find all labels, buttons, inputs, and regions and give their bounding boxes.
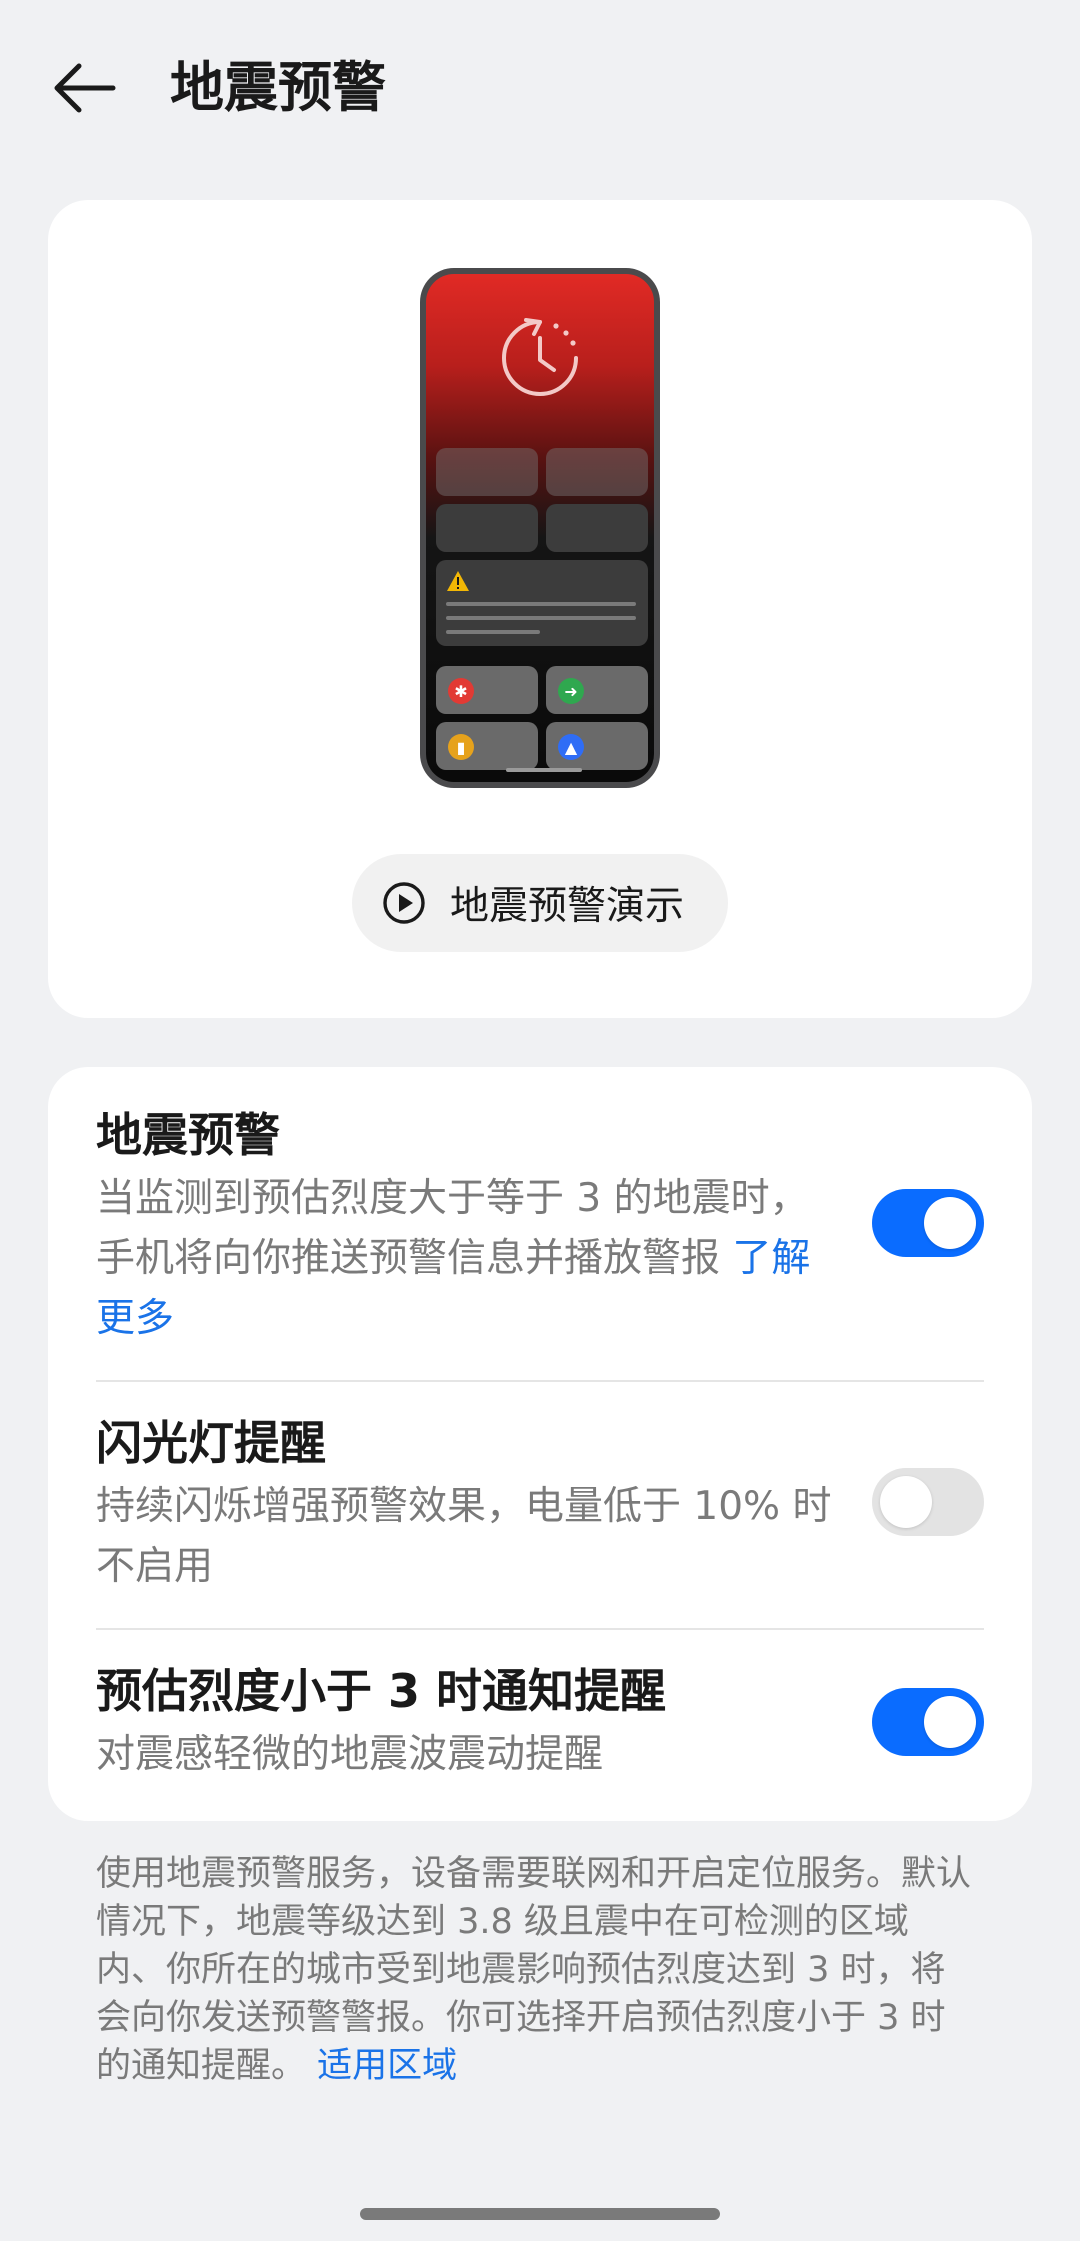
toggle-knob: [880, 1476, 932, 1528]
page-title: 地震预警: [170, 56, 386, 119]
divider: [96, 1628, 984, 1630]
phone-illustration: ✱ ➜ ▮ ▲: [420, 268, 660, 788]
demo-button-label: 地震预警演示: [450, 884, 685, 929]
setting-title: 闪光灯提醒: [96, 1416, 326, 1470]
quick-tile: [436, 448, 538, 496]
setting-flash-alert: 闪光灯提醒 持续闪烁增强预警效果，电量低于 10% 时不启用: [96, 1411, 984, 1597]
setting-earthquake-alert: 地震预警 当监测到预估烈度大于等于 3 的地震时，手机将向你推送预警信息并播放警…: [96, 1103, 984, 1349]
toggle-knob: [924, 1696, 976, 1748]
divider: [96, 1380, 984, 1382]
quick-tile: [436, 504, 538, 552]
flashlight-tile: ▮: [436, 722, 538, 770]
quick-tile: [546, 448, 648, 496]
applicable-region-link[interactable]: 适用区域: [317, 2046, 457, 2086]
earthquake-alert-toggle[interactable]: [872, 1189, 984, 1257]
play-circle-icon: [383, 882, 425, 924]
settings-card: 地震预警 当监测到预估烈度大于等于 3 的地震时，手机将向你推送预警信息并播放警…: [48, 1067, 1032, 1821]
setting-description: 对震感轻微的地震波震动提醒: [96, 1732, 604, 1777]
quick-tile: [546, 504, 648, 552]
warning-triangle-icon: [447, 571, 469, 591]
setting-title: 预估烈度小于 3 时通知提醒: [96, 1664, 667, 1718]
flashlight-icon: ▮: [448, 734, 474, 760]
alert-message-card: [436, 560, 648, 646]
app-header: 地震预警: [0, 0, 1080, 175]
evacuation-tile: ➜: [546, 666, 648, 714]
service-footnote: 使用地震预警服务，设备需要联网和开启定位服务。默认情况下，地震等级达到 3.8 …: [96, 1854, 972, 2086]
siren-icon: ▲: [558, 734, 584, 760]
medical-icon: ✱: [448, 678, 474, 704]
setting-description: 持续闪烁增强预警效果，电量低于 10% 时不启用: [96, 1484, 832, 1589]
emergency-tile: ✱: [436, 666, 538, 714]
demo-play-button[interactable]: 地震预警演示: [352, 854, 728, 952]
toggle-knob: [924, 1197, 976, 1249]
low-intensity-notify-toggle[interactable]: [872, 1688, 984, 1756]
setting-title: 地震预警: [96, 1108, 280, 1162]
arrow-left-icon: [54, 63, 116, 113]
demo-card: ✱ ➜ ▮ ▲ 地震预警演示: [48, 200, 1032, 1018]
running-person-icon: ➜: [558, 678, 584, 704]
flash-alert-toggle[interactable]: [872, 1468, 984, 1536]
time-refresh-icon: [502, 318, 578, 396]
setting-low-intensity-notify: 预估烈度小于 3 时通知提醒 对震感轻微的地震波震动提醒: [96, 1659, 984, 1785]
back-button[interactable]: [40, 48, 128, 128]
gesture-navigation-bar[interactable]: [360, 2208, 720, 2220]
setting-description: 当监测到预估烈度大于等于 3 的地震时，手机将向你推送预警信息并播放警报 了解更…: [96, 1176, 811, 1341]
siren-tile: ▲: [546, 722, 648, 770]
phone-screen: ✱ ➜ ▮ ▲: [426, 274, 654, 782]
phone-home-indicator: [506, 768, 582, 772]
